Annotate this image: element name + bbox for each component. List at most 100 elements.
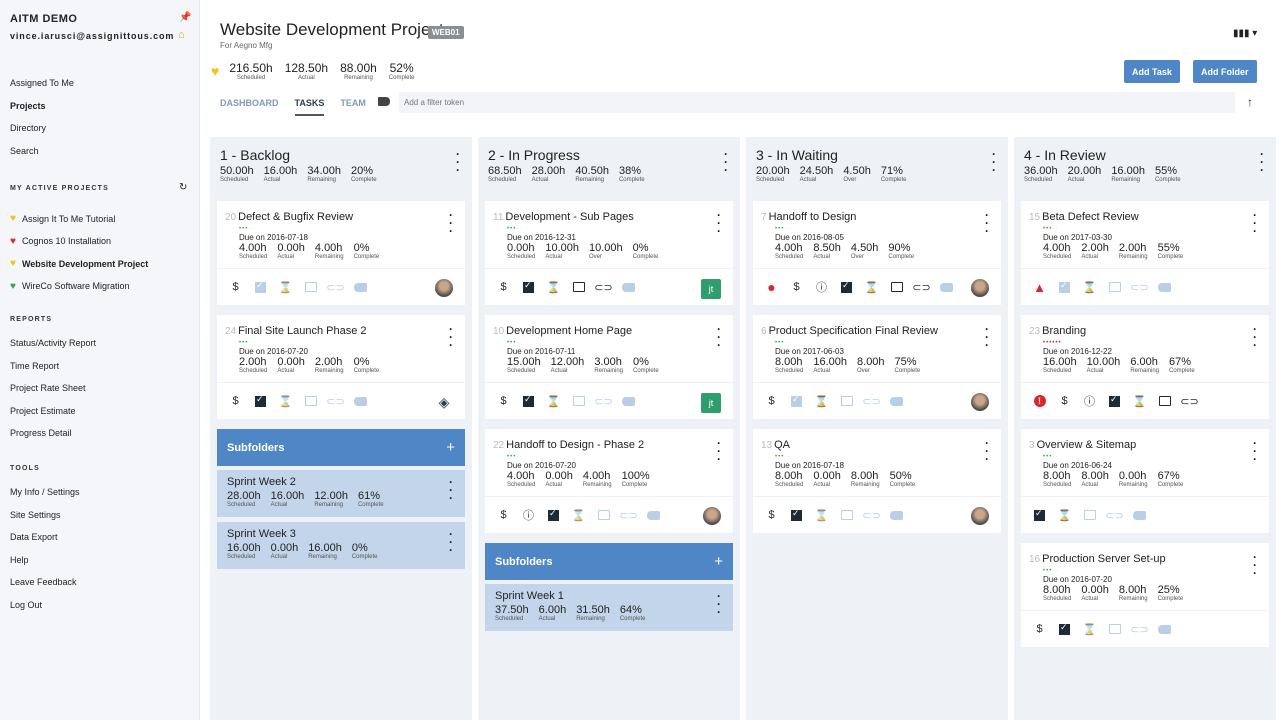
tag-icon[interactable] <box>622 281 635 294</box>
tag-filter-icon[interactable] <box>378 97 390 106</box>
dollar-icon[interactable]: $ <box>765 395 778 408</box>
hourglass-icon[interactable]: ⌛ <box>815 509 829 522</box>
tool-link[interactable]: My Info / Settings <box>10 487 80 497</box>
task-card[interactable]: 11 Development - Sub Pages · · · •••·· Due on … <box>485 201 733 305</box>
task-name[interactable]: Product Specification Final Review <box>769 325 938 337</box>
tab-dashboard[interactable]: DASHBOARD <box>220 98 279 116</box>
check-icon[interactable]: ✓ <box>1058 280 1071 294</box>
task-card[interactable]: 13 QA · · · •••·· Due on 2016-07-18 8.00h Schedu… <box>753 429 1001 533</box>
check-icon[interactable]: ✓ <box>790 394 803 408</box>
tool-link[interactable]: Site Settings <box>10 510 61 520</box>
hourglass-icon[interactable]: ⌛ <box>1133 395 1147 408</box>
task-name[interactable]: Beta Defect Review <box>1042 211 1139 223</box>
task-card[interactable]: 24 Final Site Launch Phase 2 · · · •••·· Due o… <box>217 315 465 419</box>
tag-icon[interactable] <box>354 281 367 294</box>
clip-icon[interactable]: ⊂⊃ <box>862 509 880 522</box>
dollar-icon[interactable]: $ <box>497 509 510 522</box>
red-alert-icon[interactable]: ! <box>1033 395 1046 408</box>
dollar-icon[interactable]: $ <box>497 395 510 408</box>
task-card[interactable]: 7 Handoff to Design · · · •••·· Due on 2016-08… <box>753 201 1001 305</box>
clip-icon[interactable]: ⊂⊃ <box>1130 623 1148 636</box>
clip-icon[interactable]: ⊂⊃ <box>326 281 344 294</box>
comment-icon[interactable] <box>840 395 853 408</box>
check-icon[interactable]: ✓ <box>547 508 560 522</box>
active-project-item[interactable]: ♥ WireCo Software Migration <box>10 281 129 292</box>
task-name[interactable]: Production Server Set-up <box>1042 553 1166 565</box>
nav-item[interactable]: Search <box>10 146 39 156</box>
task-name[interactable]: Development Home Page <box>506 325 632 337</box>
subfolder-item[interactable]: Sprint Week 1 · · · 37.50h Scheduled 6.00h Actu… <box>485 584 733 631</box>
info-icon[interactable]: ⓘ <box>1083 395 1096 408</box>
add-subfolder-icon[interactable]: + <box>714 553 723 570</box>
task-menu-icon[interactable]: · · · <box>1253 551 1257 579</box>
hourglass-icon[interactable]: ⌛ <box>1083 281 1097 294</box>
task-name[interactable]: Development - Sub Pages <box>505 211 633 223</box>
comment-icon[interactable] <box>572 281 585 294</box>
check-icon[interactable]: ✓ <box>254 280 267 294</box>
assignee-avatar[interactable] <box>971 507 989 525</box>
task-card[interactable]: 23 Branding · · · •••••• Due on 2016-12-22 16.0… <box>1021 315 1269 419</box>
tool-link[interactable]: Leave Feedback <box>10 577 77 587</box>
comment-icon[interactable] <box>597 509 610 522</box>
assignee-avatar[interactable] <box>435 279 453 297</box>
clip-icon[interactable]: ⊂⊃ <box>326 395 344 408</box>
task-name[interactable]: Overview & Sitemap <box>1037 439 1137 451</box>
hourglass-icon[interactable]: ⌛ <box>279 395 293 408</box>
tag-icon[interactable] <box>354 395 367 408</box>
task-name[interactable]: Defect & Bugfix Review <box>238 211 353 223</box>
comment-icon[interactable] <box>304 395 317 408</box>
task-card[interactable]: 22 Handoff to Design - Phase 2 · · · •••·· Due… <box>485 429 733 533</box>
tag-icon[interactable] <box>890 395 903 408</box>
task-menu-icon[interactable]: · · · <box>717 209 721 237</box>
assignee-avatar[interactable] <box>703 507 721 525</box>
task-menu-icon[interactable]: · · · <box>449 323 453 351</box>
clip-icon[interactable]: ⊂⊃ <box>594 395 612 408</box>
report-link[interactable]: Time Report <box>10 361 59 371</box>
subfolder-menu-icon[interactable]: · · · <box>449 528 453 556</box>
subfolders-header[interactable]: Subfolders + <box>217 429 465 466</box>
refresh-icon[interactable]: ↻ <box>179 182 187 193</box>
task-menu-icon[interactable]: · · · <box>1253 323 1257 351</box>
column-menu-icon[interactable]: · · · <box>1260 148 1264 176</box>
nav-item[interactable]: Assigned To Me <box>10 78 74 88</box>
comment-icon[interactable] <box>572 395 585 408</box>
clip-icon[interactable]: ⊂⊃ <box>912 281 930 294</box>
clip-icon[interactable]: ⊂⊃ <box>619 509 637 522</box>
task-menu-icon[interactable]: · · · <box>449 209 453 237</box>
check-icon[interactable]: ✓ <box>254 394 267 408</box>
task-menu-icon[interactable]: · · · <box>985 209 989 237</box>
active-project-item[interactable]: ♥ Website Development Project <box>10 258 148 269</box>
subfolder-menu-icon[interactable]: · · · <box>717 590 721 618</box>
nav-item[interactable]: Directory <box>10 123 46 133</box>
add-task-button[interactable]: Add Task <box>1124 60 1180 83</box>
nav-item[interactable]: Projects <box>10 101 46 111</box>
filter-token-input[interactable] <box>399 92 1235 113</box>
dollar-icon[interactable]: $ <box>1033 623 1046 636</box>
clip-icon[interactable]: ⊂⊃ <box>1180 395 1198 408</box>
tag-icon[interactable] <box>940 281 953 294</box>
clip-icon[interactable]: ⊂⊃ <box>1105 509 1123 522</box>
hourglass-icon[interactable]: ⌛ <box>572 509 586 522</box>
active-project-item[interactable]: ♥ Cognos 10 Installation <box>10 236 111 247</box>
column-view-icon[interactable]: ▮▮▮ ▾ <box>1233 28 1257 39</box>
subfolder-item[interactable]: Sprint Week 2 · · · 28.00h Scheduled 16.00h Act… <box>217 470 465 517</box>
tag-icon[interactable] <box>1133 509 1146 522</box>
comment-icon[interactable] <box>1158 395 1171 408</box>
task-menu-icon[interactable]: · · · <box>1253 437 1257 465</box>
column-menu-icon[interactable]: · · · <box>456 148 460 176</box>
subfolder-menu-icon[interactable]: · · · <box>449 476 453 504</box>
clip-icon[interactable]: ⊂⊃ <box>1130 281 1148 294</box>
tool-link[interactable]: Data Export <box>10 532 58 542</box>
tag-icon[interactable] <box>1158 623 1171 636</box>
comment-icon[interactable] <box>890 281 903 294</box>
report-link[interactable]: Status/Activity Report <box>10 338 96 348</box>
task-name[interactable]: Final Site Launch Phase 2 <box>238 325 366 337</box>
assignee-avatar[interactable] <box>971 279 989 297</box>
dollar-icon[interactable]: $ <box>790 281 803 294</box>
check-icon[interactable]: ✓ <box>790 508 803 522</box>
task-card[interactable]: 6 Product Specification Final Review · · · ••… <box>753 315 1001 419</box>
add-folder-button[interactable]: Add Folder <box>1193 60 1257 83</box>
task-menu-icon[interactable]: · · · <box>985 437 989 465</box>
check-icon[interactable]: ✓ <box>1058 622 1071 636</box>
tag-icon[interactable] <box>890 509 903 522</box>
